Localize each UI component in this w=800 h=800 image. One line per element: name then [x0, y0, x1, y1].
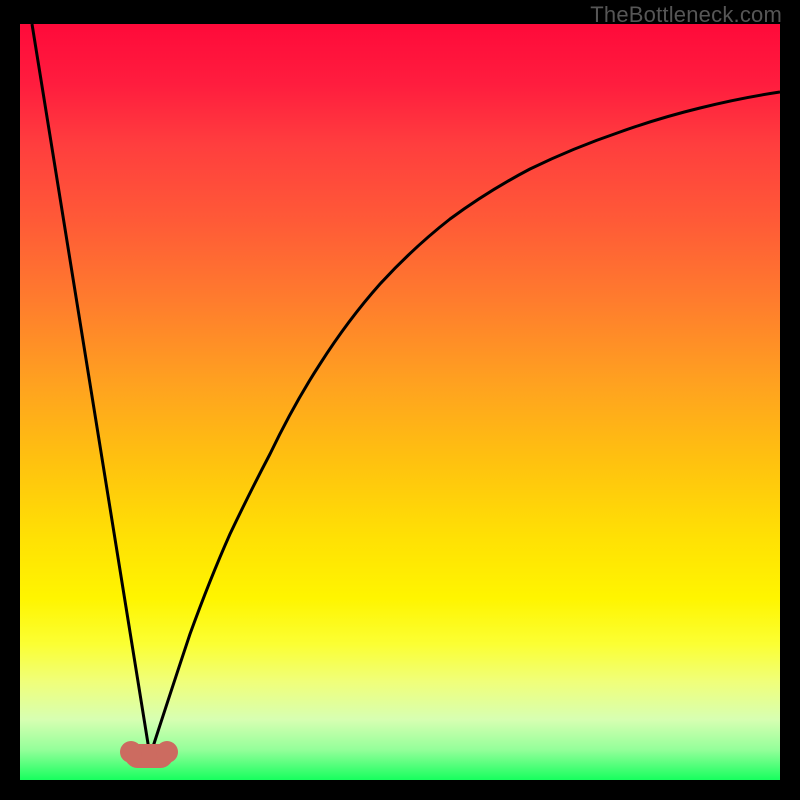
curve-right-branch: [150, 92, 780, 756]
curve-svg: [20, 24, 780, 780]
plot-area: [20, 24, 780, 780]
curve-left-branch: [32, 24, 150, 756]
min-marker-blob: [124, 744, 174, 768]
chart-frame: TheBottleneck.com: [0, 0, 800, 800]
